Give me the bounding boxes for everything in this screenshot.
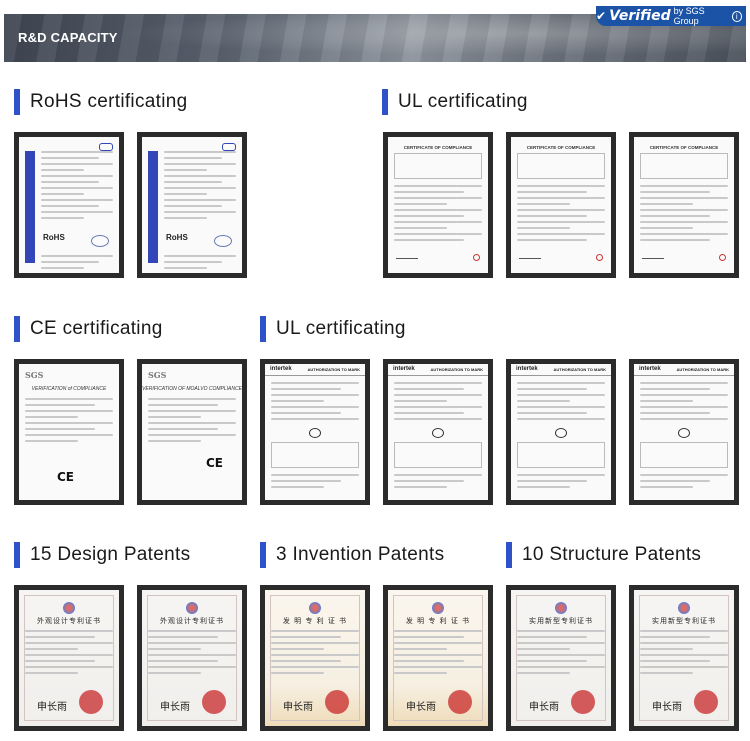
intertek-logo: intertek xyxy=(270,366,292,372)
section-ul-top-title: UL certificating xyxy=(382,88,528,116)
section-design-title: 15 Design Patents xyxy=(14,541,190,569)
intertek-logo: intertek xyxy=(393,366,415,372)
ul-mark-icon xyxy=(555,428,567,438)
check-icon: ✔ xyxy=(596,9,607,23)
ce-mark-icon: CE xyxy=(57,470,75,484)
structure-patent-1[interactable]: 实用新型专利证书 申长雨 xyxy=(506,585,616,731)
ul-certificate-top-2[interactable]: CERTIFICATE OF COMPLIANCE xyxy=(506,132,616,278)
signature: 申长雨 xyxy=(652,702,682,713)
ul-certificate-mid-1[interactable]: intertek AUTHORIZATION TO MARK xyxy=(260,359,370,505)
patent-emblem-icon xyxy=(63,602,75,614)
patent-emblem-icon xyxy=(678,602,690,614)
banner-title: R&D CAPACITY xyxy=(18,30,118,45)
section-ul-mid-title: UL certificating xyxy=(260,315,406,343)
signature-mark xyxy=(519,255,541,259)
accent-bar xyxy=(14,89,20,115)
red-seal-icon xyxy=(448,690,472,714)
ce-mark-icon: CE xyxy=(206,456,224,470)
ul-certificate-mid-4[interactable]: intertek AUTHORIZATION TO MARK xyxy=(629,359,739,505)
ul-mark-icon xyxy=(309,428,321,438)
red-seal-icon xyxy=(325,690,349,714)
verified-by-text: by SGS Group xyxy=(673,6,705,26)
red-seal-icon xyxy=(79,690,103,714)
invention-patent-2[interactable]: 发 明 专 利 证 书 申长雨 xyxy=(383,585,493,731)
invention-patent-1[interactable]: 发 明 专 利 证 书 申长雨 xyxy=(260,585,370,731)
ce-certificate-2[interactable]: SGS VERIFICATION OF MOALVO COMPLIANCE CE xyxy=(137,359,247,505)
red-seal-icon xyxy=(202,690,226,714)
ul-mark-icon xyxy=(596,254,603,261)
signature: 申长雨 xyxy=(37,702,67,713)
accent-bar xyxy=(506,542,512,568)
verified-text: Verified xyxy=(609,8,671,24)
ce-certificate-1[interactable]: SGS VERIFICATION of COMPLIANCE CE xyxy=(14,359,124,505)
patent-emblem-icon xyxy=(555,602,567,614)
ul-mark-icon xyxy=(473,254,480,261)
accent-bar xyxy=(14,316,20,342)
ul-mark-icon xyxy=(678,428,690,438)
section-ce-title: CE certificating xyxy=(14,315,163,343)
stamp-icon xyxy=(91,235,109,247)
patent-emblem-icon xyxy=(186,602,198,614)
intertek-logo: intertek xyxy=(516,366,538,372)
rohs-certificate-1[interactable]: RoHS xyxy=(14,132,124,278)
rohs-label: RoHS xyxy=(166,233,188,242)
ul-certificate-mid-2[interactable]: intertek AUTHORIZATION TO MARK xyxy=(383,359,493,505)
rohs-logo-icon xyxy=(222,143,236,151)
intertek-logo: intertek xyxy=(639,366,661,372)
signature-mark xyxy=(642,255,664,259)
accent-bar xyxy=(382,89,388,115)
signature-mark xyxy=(396,255,418,259)
ul-mark-icon xyxy=(719,254,726,261)
sgs-logo: SGS xyxy=(148,370,167,380)
red-seal-icon xyxy=(571,690,595,714)
accent-bar xyxy=(260,542,266,568)
signature: 申长雨 xyxy=(283,702,313,713)
rohs-logo-icon xyxy=(99,143,113,151)
structure-patent-2[interactable]: 实用新型专利证书 申长雨 xyxy=(629,585,739,731)
design-patent-1[interactable]: 外观设计专利证书 申长雨 xyxy=(14,585,124,731)
section-invention-title: 3 Invention Patents xyxy=(260,541,444,569)
patent-emblem-icon xyxy=(309,602,321,614)
signature: 申长雨 xyxy=(529,702,559,713)
signature: 申长雨 xyxy=(406,702,436,713)
section-structure-title: 10 Structure Patents xyxy=(506,541,701,569)
patent-emblem-icon xyxy=(432,602,444,614)
ul-certificate-top-3[interactable]: CERTIFICATE OF COMPLIANCE xyxy=(629,132,739,278)
accent-bar xyxy=(260,316,266,342)
accent-bar xyxy=(14,542,20,568)
rohs-certificate-2[interactable]: RoHS xyxy=(137,132,247,278)
section-rohs-title: RoHS certificating xyxy=(14,88,187,116)
rohs-label: RoHS xyxy=(43,233,65,242)
stamp-icon xyxy=(214,235,232,247)
ul-mark-icon xyxy=(432,428,444,438)
ul-certificate-mid-3[interactable]: intertek AUTHORIZATION TO MARK xyxy=(506,359,616,505)
signature: 申长雨 xyxy=(160,702,190,713)
info-icon[interactable]: i xyxy=(731,10,742,22)
red-seal-icon xyxy=(694,690,718,714)
sgs-logo: SGS xyxy=(25,370,44,380)
ul-certificate-top-1[interactable]: CERTIFICATE OF COMPLIANCE xyxy=(383,132,493,278)
design-patent-2[interactable]: 外观设计专利证书 申长雨 xyxy=(137,585,247,731)
verified-badge[interactable]: ✔ Verified by SGS Group i xyxy=(596,6,746,26)
